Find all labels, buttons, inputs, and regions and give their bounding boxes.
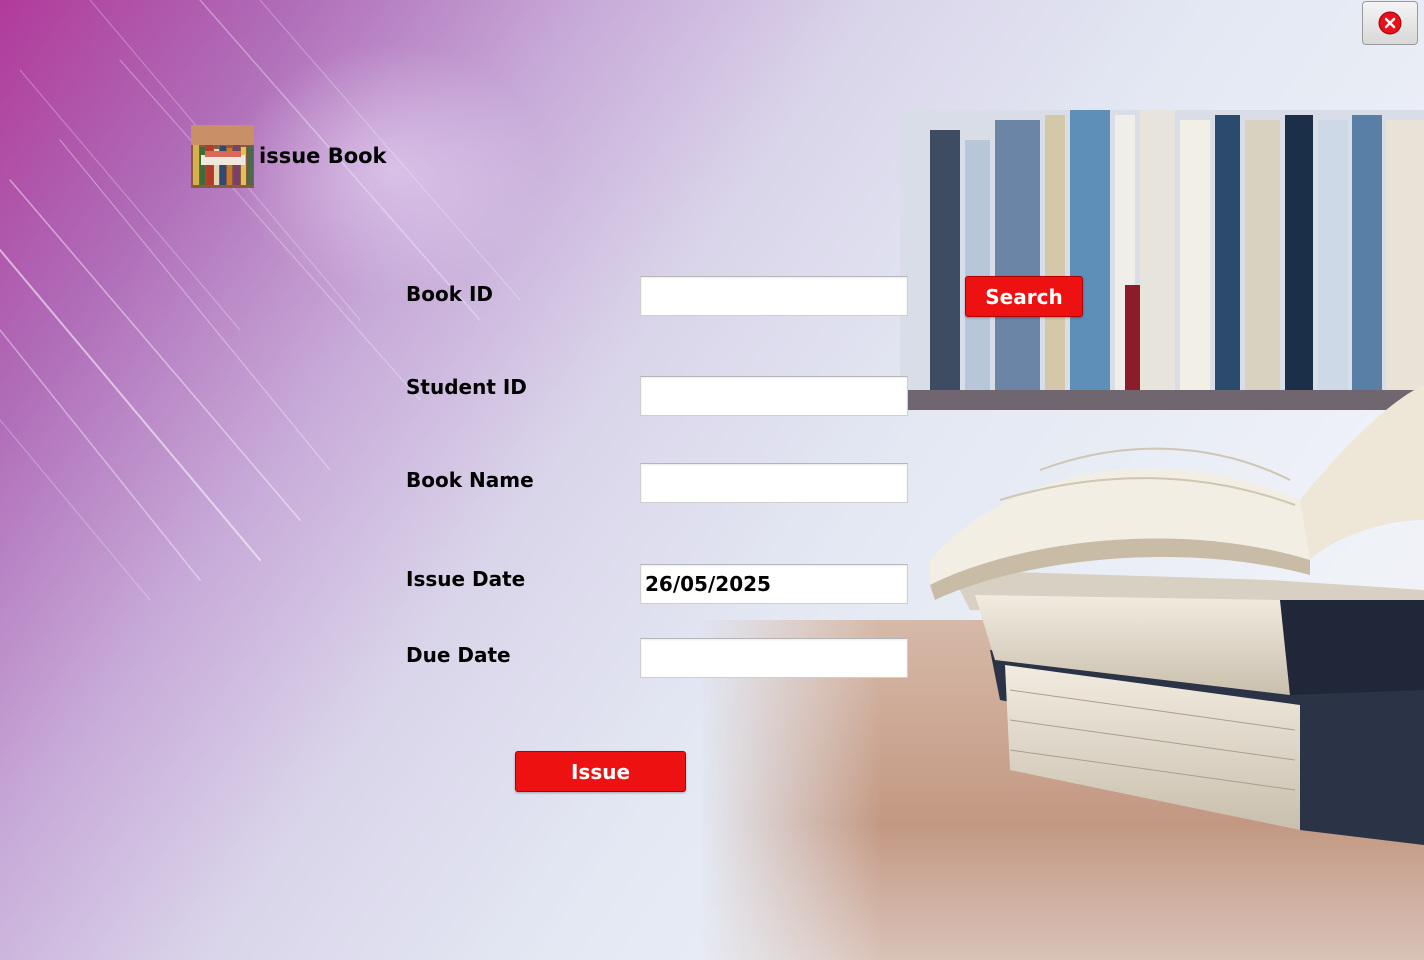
student-id-label: Student ID — [406, 375, 527, 399]
book-name-input[interactable] — [640, 463, 908, 503]
student-id-input[interactable] — [640, 376, 908, 416]
book-id-label: Book ID — [406, 282, 494, 306]
library-books-icon — [191, 125, 254, 188]
due-date-input[interactable] — [640, 638, 908, 678]
search-button[interactable]: Search — [965, 276, 1083, 317]
due-date-label: Due Date — [406, 643, 511, 667]
book-id-input[interactable] — [640, 276, 908, 316]
issue-button[interactable]: Issue — [515, 751, 686, 792]
issue-date-input[interactable] — [640, 564, 908, 604]
book-name-label: Book Name — [406, 468, 534, 492]
close-button[interactable] — [1362, 1, 1418, 45]
close-icon — [1378, 11, 1402, 35]
issue-date-label: Issue Date — [406, 567, 526, 591]
page-title: issue Book — [259, 144, 387, 168]
